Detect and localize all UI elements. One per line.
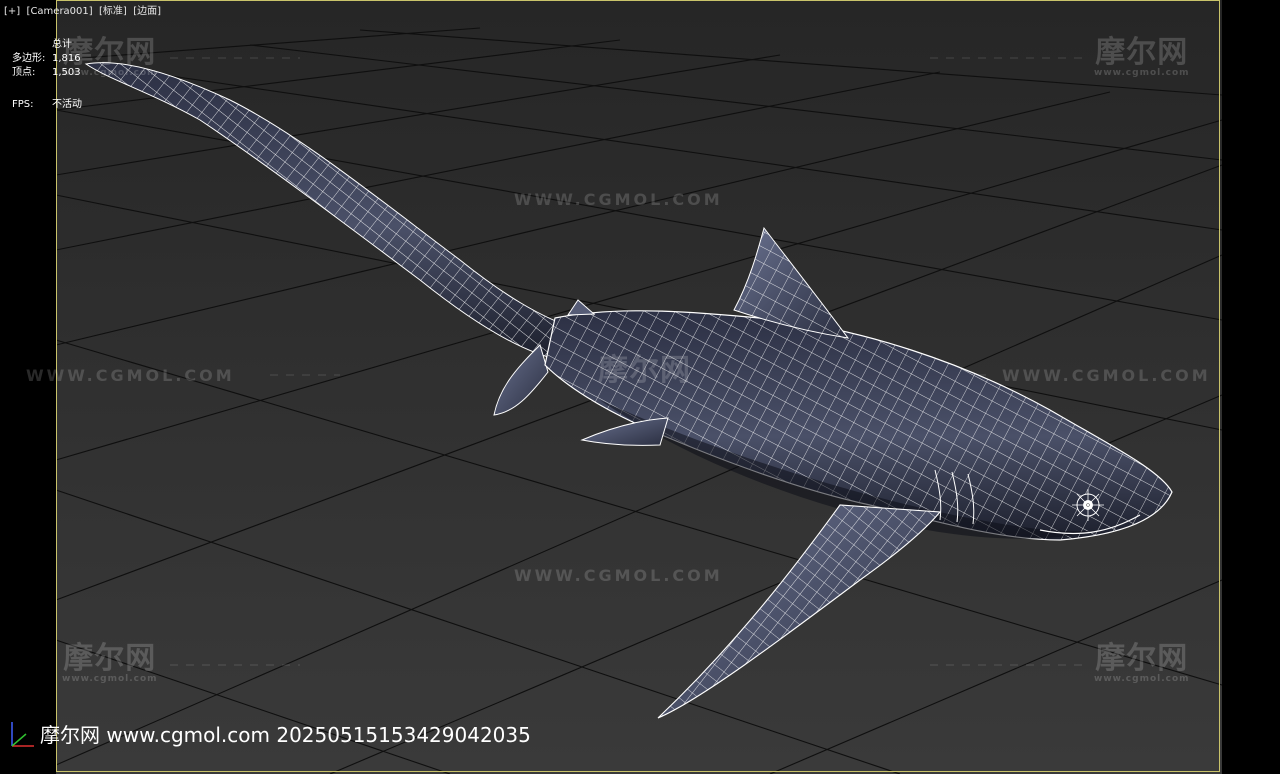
viewport-scene[interactable] — [0, 0, 1280, 774]
camera-viewport[interactable]: [+] [Camera001] [标准] [边面] 总计 多边形: 1,816 … — [0, 0, 1280, 774]
scene-statistics: 总计 多边形: 1,816 顶点: 1,503 FPS: 不活动 — [12, 38, 82, 112]
stats-polygons-row: 多边形: 1,816 — [12, 52, 82, 66]
stats-polygons-label: 多边形: — [12, 53, 46, 64]
axis-gizmo-icon — [11, 722, 34, 747]
stats-header: 总计 — [52, 39, 72, 50]
viewport-label-menu[interactable]: [+] [Camera001] [标准] [边面] — [4, 6, 161, 18]
viewport-right-panel — [1222, 0, 1280, 774]
stats-fps-label: FPS: — [12, 99, 34, 110]
stats-vertices-value: 1,503 — [52, 67, 81, 78]
stats-polygons-value: 1,816 — [52, 53, 81, 64]
stats-vertices-label: 顶点: — [12, 67, 36, 78]
viewport-left-panel — [0, 0, 56, 774]
stats-fps-value: 不活动 — [52, 99, 82, 110]
stats-vertices-row: 顶点: 1,503 — [12, 66, 82, 80]
watermark-footer-stamp: 摩尔网 www.cgmol.com 20250515153429042035 — [40, 723, 531, 747]
stats-fps-row: FPS: 不活动 — [12, 98, 82, 112]
